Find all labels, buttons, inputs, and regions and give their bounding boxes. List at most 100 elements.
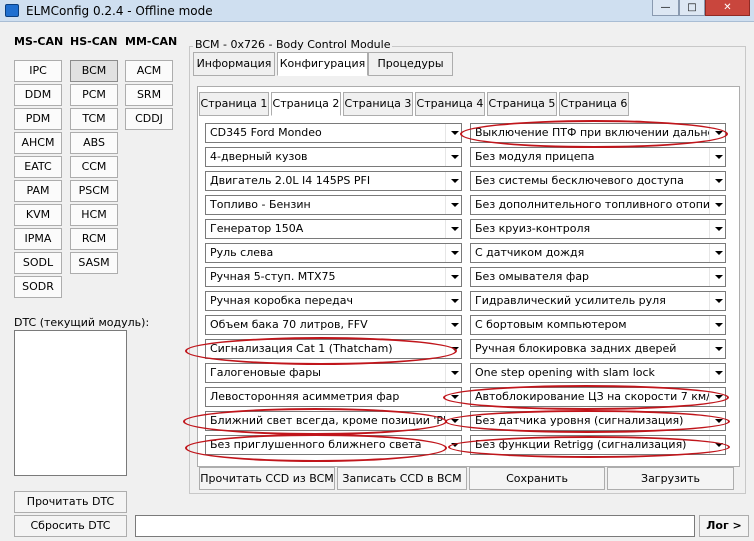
save-button[interactable]: Сохранить	[469, 467, 605, 490]
reset-dtc-button[interactable]: Сбросить DTC	[14, 515, 127, 537]
module-button[interactable]: SASM	[70, 252, 118, 274]
option-value: Сигнализация Cat 1 (Thatcham)	[210, 342, 393, 355]
chevron-down-icon[interactable]	[445, 268, 461, 286]
read-ccd-button[interactable]: Прочитать CCD из BCM	[199, 467, 335, 490]
chevron-down-icon[interactable]	[445, 196, 461, 214]
option-select[interactable]: Без системы бесключевого доступа	[470, 171, 726, 191]
option-select[interactable]: Без дополнительного топливного отопителя	[470, 195, 726, 215]
module-button[interactable]: EATC	[14, 156, 62, 178]
chevron-down-icon[interactable]	[709, 172, 725, 190]
chevron-down-icon[interactable]	[445, 316, 461, 334]
dtc-list[interactable]	[14, 330, 127, 476]
chevron-down-icon[interactable]	[709, 220, 725, 238]
option-select[interactable]: Гидравлический усилитель руля	[470, 291, 726, 311]
maximize-button[interactable]: □	[679, 0, 705, 16]
option-select[interactable]: Без омывателя фар	[470, 267, 726, 287]
module-button[interactable]: PDM	[14, 108, 62, 130]
chevron-down-icon[interactable]	[709, 124, 725, 142]
module-button[interactable]: PAM	[14, 180, 62, 202]
page-tab[interactable]: Страница 2	[271, 92, 341, 116]
chevron-down-icon[interactable]	[445, 292, 461, 310]
option-select[interactable]: One step opening with slam lock	[470, 363, 726, 383]
chevron-down-icon[interactable]	[709, 364, 725, 382]
option-select[interactable]: Объем бака 70 литров, FFV	[205, 315, 462, 335]
option-select[interactable]: Двигатель 2.0L I4 145PS PFI	[205, 171, 462, 191]
chevron-down-icon[interactable]	[709, 316, 725, 334]
module-button[interactable]: CCM	[70, 156, 118, 178]
option-select[interactable]: Без круиз-контроля	[470, 219, 726, 239]
chevron-down-icon[interactable]	[445, 364, 461, 382]
page-tab[interactable]: Страница 1	[199, 92, 269, 116]
module-button[interactable]: IPMA	[14, 228, 62, 250]
module-button[interactable]: BCM	[70, 60, 118, 82]
chevron-down-icon[interactable]	[709, 292, 725, 310]
option-select[interactable]: Ручная 5-ступ. MTX75	[205, 267, 462, 287]
minimize-button[interactable]: —	[652, 0, 679, 16]
option-select[interactable]: Галогеновые фары	[205, 363, 462, 383]
option-select[interactable]: Автоблокирование ЦЗ на скорости 7 км/ч	[470, 387, 726, 407]
write-ccd-button[interactable]: Записать CCD в BCM	[337, 467, 467, 490]
option-select[interactable]: Топливо - Бензин	[205, 195, 462, 215]
module-button[interactable]: SODL	[14, 252, 62, 274]
module-button[interactable]: RCM	[70, 228, 118, 250]
option-select[interactable]: Без датчика уровня (сигнализация)	[470, 411, 726, 431]
module-button[interactable]: PSCM	[70, 180, 118, 202]
chevron-down-icon[interactable]	[709, 388, 725, 406]
chevron-down-icon[interactable]	[445, 340, 461, 358]
option-select[interactable]: Без приглушенного ближнего света	[205, 435, 462, 455]
chevron-down-icon[interactable]	[709, 340, 725, 358]
page-tab[interactable]: Страница 3	[343, 92, 413, 116]
close-button[interactable]: ✕	[705, 0, 750, 16]
chevron-down-icon[interactable]	[709, 196, 725, 214]
chevron-down-icon[interactable]	[445, 220, 461, 238]
chevron-down-icon[interactable]	[445, 388, 461, 406]
chevron-down-icon[interactable]	[445, 244, 461, 262]
module-button[interactable]: ABS	[70, 132, 118, 154]
page-tab[interactable]: Страница 6	[559, 92, 629, 116]
module-button[interactable]: PCM	[70, 84, 118, 106]
module-button[interactable]: AHCM	[14, 132, 62, 154]
module-button[interactable]: SODR	[14, 276, 62, 298]
option-select[interactable]: Сигнализация Cat 1 (Thatcham)	[205, 339, 462, 359]
page-tab[interactable]: Страница 5	[487, 92, 557, 116]
page-tab[interactable]: Страница 4	[415, 92, 485, 116]
option-select[interactable]: Без функции Retrigg (сигнализация)	[470, 435, 726, 455]
option-select[interactable]: CD345 Ford Mondeo	[205, 123, 462, 143]
module-button[interactable]: TCM	[70, 108, 118, 130]
option-select[interactable]: Левосторонняя асимметрия фар	[205, 387, 462, 407]
chevron-down-icon[interactable]	[709, 268, 725, 286]
option-select[interactable]: С бортовым компьютером	[470, 315, 726, 335]
tab-procedures[interactable]: Процедуры	[368, 52, 453, 76]
module-button[interactable]: IPC	[14, 60, 62, 82]
option-select[interactable]: Ближний свет всегда, кроме позиции 'P'	[205, 411, 462, 431]
option-select[interactable]: С датчиком дождя	[470, 243, 726, 263]
option-select[interactable]: Без модуля прицепа	[470, 147, 726, 167]
chevron-down-icon[interactable]	[709, 148, 725, 166]
read-dtc-button[interactable]: Прочитать DTC	[14, 491, 127, 513]
load-button[interactable]: Загрузить	[607, 467, 734, 490]
option-select[interactable]: Выключение ПТФ при включении дальнего св	[470, 123, 726, 143]
log-button[interactable]: Лог >	[699, 515, 749, 537]
module-button[interactable]: DDM	[14, 84, 62, 106]
chevron-down-icon[interactable]	[709, 244, 725, 262]
module-button[interactable]: SRM	[125, 84, 173, 106]
chevron-down-icon[interactable]	[445, 412, 461, 430]
module-button[interactable]: ACM	[125, 60, 173, 82]
chevron-down-icon[interactable]	[445, 436, 461, 454]
command-input[interactable]	[135, 515, 695, 537]
chevron-down-icon[interactable]	[445, 148, 461, 166]
module-button[interactable]: HCM	[70, 204, 118, 226]
tab-configuration[interactable]: Конфигурация	[277, 52, 368, 76]
module-button[interactable]: CDDJ	[125, 108, 173, 130]
chevron-down-icon[interactable]	[709, 412, 725, 430]
chevron-down-icon[interactable]	[445, 172, 461, 190]
option-select[interactable]: 4-дверный кузов	[205, 147, 462, 167]
option-select[interactable]: Ручная блокировка задних дверей	[470, 339, 726, 359]
option-select[interactable]: Руль слева	[205, 243, 462, 263]
option-select[interactable]: Ручная коробка передач	[205, 291, 462, 311]
option-select[interactable]: Генератор 150A	[205, 219, 462, 239]
module-button[interactable]: KVM	[14, 204, 62, 226]
tab-info[interactable]: Информация	[193, 52, 275, 76]
chevron-down-icon[interactable]	[445, 124, 461, 142]
chevron-down-icon[interactable]	[709, 436, 725, 454]
